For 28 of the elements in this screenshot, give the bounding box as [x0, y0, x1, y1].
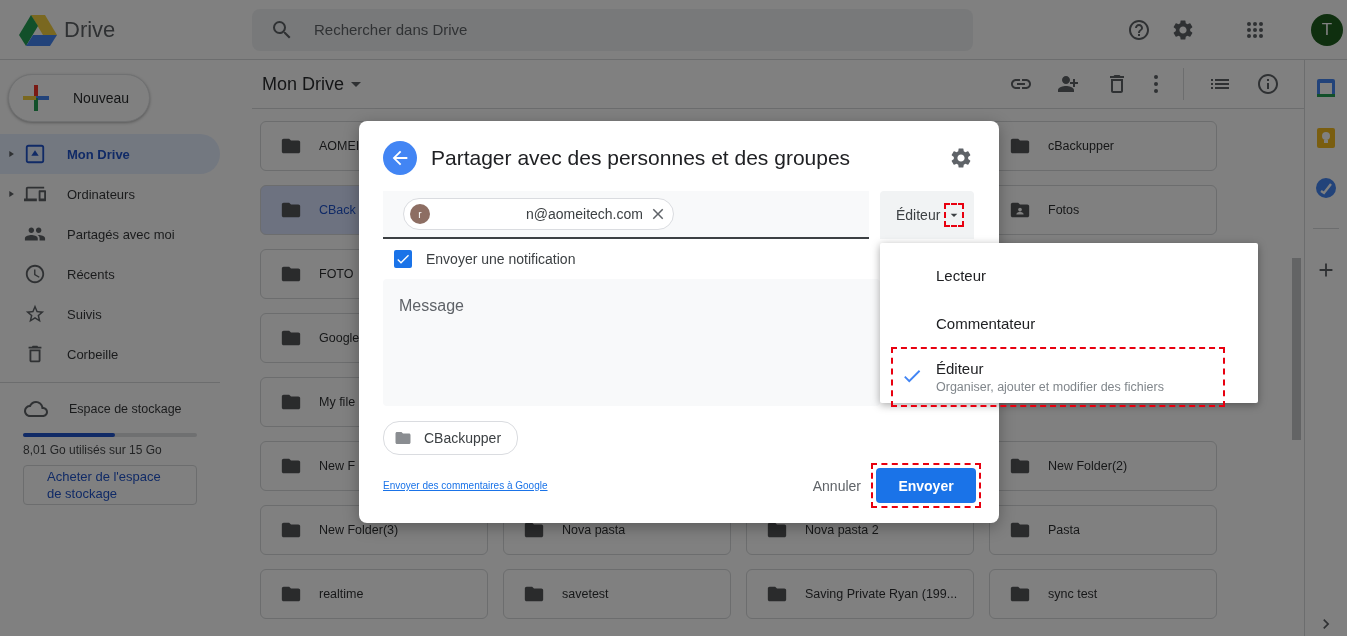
- recipient-email: n@aomeitech.com: [525, 206, 643, 222]
- folder-name: Pasta: [1048, 523, 1080, 537]
- option-description: Organiser, ajouter et modifier des fichiers: [936, 380, 1164, 394]
- item-name: CBackupper: [424, 430, 502, 446]
- folder-name: New Folder(2): [1048, 459, 1128, 473]
- folder-name: savetest: [562, 587, 609, 601]
- storage-usage: 8,01 Go utilisés sur 15 Go: [23, 443, 163, 457]
- folder-name: My file: [319, 395, 356, 409]
- folder-name: Google: [319, 331, 360, 345]
- folder-name: realtime: [319, 587, 364, 601]
- folder-name: FOTO: [319, 267, 354, 281]
- folder-name: New Folder(3): [319, 523, 399, 537]
- folder-name: CBack: [319, 203, 356, 217]
- dialog-title: Partager avec des personnes et des groupes: [431, 146, 851, 170]
- recipient-avatar: r: [410, 204, 430, 224]
- folder-name: New F: [319, 459, 356, 473]
- folder-name: cBackupper: [1048, 139, 1114, 153]
- folder-name: Nova pasta 2: [805, 523, 879, 537]
- folder-name: Saving Private Ryan (199...: [805, 587, 958, 601]
- folder-name: Fotos: [1048, 203, 1080, 217]
- option-label: Lecteur: [936, 266, 987, 284]
- app-name: Drive: [64, 16, 116, 43]
- option-label: Commentateur: [936, 314, 1036, 332]
- option-label: Éditeur: [936, 360, 985, 377]
- folder-name: sync test: [1048, 587, 1098, 601]
- folder-name: Nova pasta: [562, 523, 626, 537]
- folder-name: AOMEI: [319, 139, 360, 153]
- notify-label: Envoyer une notification: [426, 251, 576, 267]
